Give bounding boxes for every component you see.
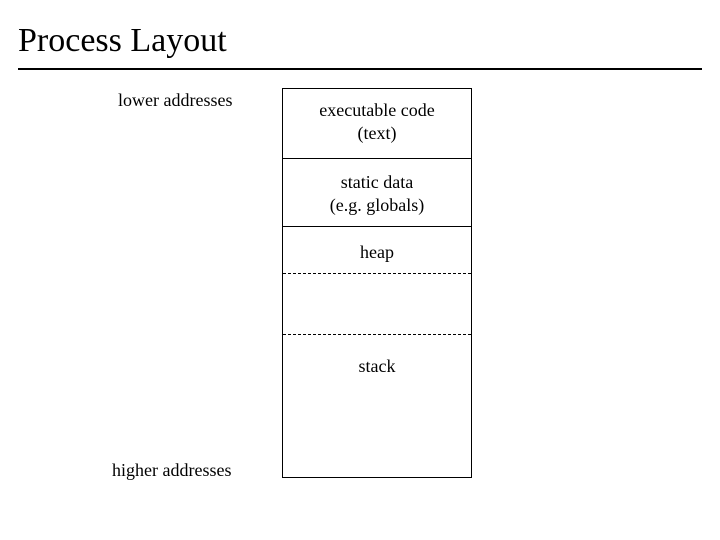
higher-addresses-label: higher addresses xyxy=(112,460,231,481)
segment-stack-label: stack xyxy=(359,355,396,378)
diagram-stage: lower addresses higher addresses executa… xyxy=(18,80,702,510)
segment-static-data: static data (e.g. globals) xyxy=(283,159,471,227)
segment-text: executable code (text) xyxy=(283,89,471,159)
segment-stack: stack xyxy=(283,335,471,405)
segment-heap: heap xyxy=(283,227,471,273)
page-title: Process Layout xyxy=(0,0,720,68)
title-divider xyxy=(18,68,702,70)
segment-static-line2: (e.g. globals) xyxy=(330,194,424,217)
segment-free-space xyxy=(283,274,471,334)
segment-heap-label: heap xyxy=(360,241,394,264)
memory-column: executable code (text) static data (e.g.… xyxy=(282,88,472,478)
segment-text-line1: executable code xyxy=(319,99,434,122)
lower-addresses-label: lower addresses xyxy=(118,90,232,111)
segment-static-line1: static data xyxy=(341,171,413,194)
segment-text-line2: (text) xyxy=(358,122,397,145)
